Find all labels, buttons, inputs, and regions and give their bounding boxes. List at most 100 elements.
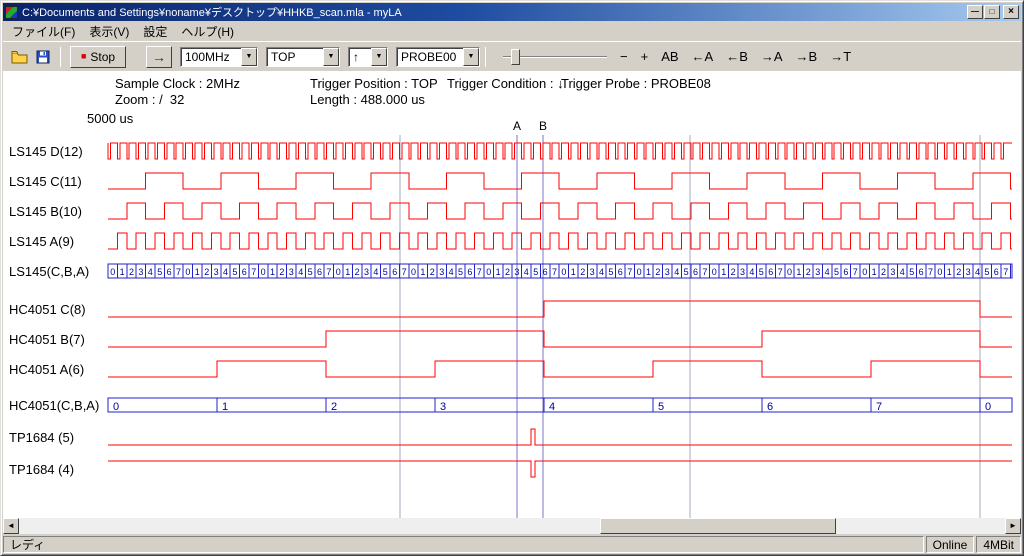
channel-label-ls145-b-10: LS145 B(10) bbox=[9, 204, 82, 219]
menu-help[interactable]: ヘルプ(H) bbox=[174, 21, 241, 42]
bus-value: 4 bbox=[599, 267, 604, 277]
bus-value: 0 bbox=[261, 267, 266, 277]
waveform-ls145-d-12 bbox=[108, 143, 1012, 159]
open-folder-icon bbox=[11, 50, 28, 64]
bus-value: 5 bbox=[909, 267, 914, 277]
bus-value: 5 bbox=[308, 267, 313, 277]
bus-value: 7 bbox=[876, 401, 882, 413]
bus-value: 5 bbox=[383, 267, 388, 277]
bus-value: 3 bbox=[665, 267, 670, 277]
bus-value: 3 bbox=[815, 267, 820, 277]
chevron-down-icon: ▼ bbox=[328, 53, 335, 60]
bus-value: 7 bbox=[928, 267, 933, 277]
bus-value: 1 bbox=[345, 267, 350, 277]
bus-value: 0 bbox=[787, 267, 792, 277]
bus-value: 2 bbox=[430, 267, 435, 277]
bus-value: 4 bbox=[674, 267, 679, 277]
bus-value: 7 bbox=[326, 267, 331, 277]
save-button[interactable] bbox=[31, 46, 55, 68]
bus-value: 4 bbox=[449, 267, 454, 277]
sample-clock-select[interactable]: 100MHz ▼ bbox=[180, 47, 258, 67]
waveform-plot[interactable]: ABLS145 D(12)LS145 C(11)LS145 B(10)LS145… bbox=[3, 71, 1021, 518]
maximize-button[interactable]: □ bbox=[984, 5, 1000, 19]
zoom-slider-thumb[interactable] bbox=[511, 49, 520, 65]
bus-value: 1 bbox=[796, 267, 801, 277]
bus-value: 4 bbox=[223, 267, 228, 277]
bus-value: 0 bbox=[110, 267, 115, 277]
ab-range-button[interactable]: AB bbox=[661, 49, 678, 64]
chevron-down-icon: ▼ bbox=[246, 53, 253, 60]
goto-marker-b-right-button[interactable]: →B bbox=[796, 49, 818, 64]
bus-value: 5 bbox=[684, 267, 689, 277]
trigger-probe-select[interactable]: PROBE00 ▼ bbox=[396, 47, 480, 67]
scroll-left-icon: ◄ bbox=[7, 522, 15, 530]
bus-value: 1 bbox=[120, 267, 125, 277]
trigger-edge-select[interactable]: ↑ ▼ bbox=[348, 47, 388, 67]
app-window: C:¥Documents and Settings¥noname¥デスクトップ¥… bbox=[0, 0, 1024, 556]
goto-trigger-button[interactable]: →T bbox=[830, 49, 851, 64]
waveform-hc4051-a-6 bbox=[108, 361, 1012, 377]
bus-value: 2 bbox=[881, 267, 886, 277]
close-button[interactable]: × bbox=[1003, 5, 1019, 19]
bus-value: 6 bbox=[768, 267, 773, 277]
bus-value: 7 bbox=[778, 267, 783, 277]
stop-icon: ■ bbox=[81, 52, 86, 61]
goto-marker-a-right-button[interactable]: →A bbox=[761, 49, 783, 64]
sample-clock-value: 100MHz bbox=[181, 48, 241, 66]
zoom-out-button[interactable]: − bbox=[620, 49, 628, 64]
zoom-slider[interactable] bbox=[503, 47, 607, 67]
marker-b-label: B bbox=[539, 119, 547, 133]
waveform-tp1684-5 bbox=[108, 429, 1012, 445]
marker-a-label: A bbox=[513, 119, 521, 133]
zoom-in-button[interactable]: + bbox=[641, 49, 649, 64]
bus-value: 0 bbox=[336, 267, 341, 277]
menu-file[interactable]: ファイル(F) bbox=[5, 21, 82, 42]
bus-value: 2 bbox=[731, 267, 736, 277]
bus-value: 1 bbox=[420, 267, 425, 277]
channel-label-hc4051-b-7: HC4051 B(7) bbox=[9, 332, 85, 347]
bus-value: 6 bbox=[167, 267, 172, 277]
channel-label-ls145-c-b-a: LS145(C,B,A) bbox=[9, 264, 89, 279]
bus-value: 5 bbox=[608, 267, 613, 277]
scroll-left-button[interactable]: ◄ bbox=[3, 518, 19, 534]
waveform-ls145-a-9 bbox=[108, 233, 1012, 249]
bus-value: 3 bbox=[289, 267, 294, 277]
scroll-right-button[interactable]: ► bbox=[1005, 518, 1021, 534]
trigger-edge-dropdown-button[interactable]: ▼ bbox=[371, 48, 387, 66]
channel-label-hc4051-a-6: HC4051 A(6) bbox=[9, 362, 84, 377]
trigger-position-value: TOP bbox=[267, 48, 323, 66]
trigger-position-select[interactable]: TOP ▼ bbox=[266, 47, 340, 67]
bus-value: 4 bbox=[749, 267, 754, 277]
horizontal-scrollbar[interactable]: ◄ ► bbox=[3, 518, 1021, 534]
waveform-hc4051-c-8 bbox=[108, 301, 1012, 317]
goto-marker-a-left-button[interactable]: ←A bbox=[692, 49, 714, 64]
waveform-tp1684-4 bbox=[108, 461, 1012, 477]
trigger-probe-dropdown-button[interactable]: ▼ bbox=[463, 48, 479, 66]
bus-value: 0 bbox=[712, 267, 717, 277]
bus-value: 6 bbox=[843, 267, 848, 277]
status-bar: レディ Online 4MBit bbox=[3, 534, 1021, 553]
run-button[interactable]: → bbox=[146, 46, 172, 68]
menu-view[interactable]: 表示(V) bbox=[82, 21, 136, 42]
sample-clock-dropdown-button[interactable]: ▼ bbox=[241, 48, 257, 66]
bus-value: 5 bbox=[658, 401, 664, 413]
channel-label-ls145-a-9: LS145 A(9) bbox=[9, 234, 74, 249]
title-bar[interactable]: C:¥Documents and Settings¥noname¥デスクトップ¥… bbox=[3, 3, 1021, 21]
stop-button[interactable]: ■ Stop bbox=[70, 46, 126, 68]
scroll-right-icon: ► bbox=[1009, 522, 1017, 530]
menu-settings[interactable]: 設定 bbox=[136, 21, 174, 42]
bus-value: 4 bbox=[900, 267, 905, 277]
bus-value: 1 bbox=[721, 267, 726, 277]
channel-label-ls145-d-12: LS145 D(12) bbox=[9, 144, 83, 159]
bus-value: 6 bbox=[919, 267, 924, 277]
bus-value: 0 bbox=[985, 401, 991, 413]
goto-marker-b-left-button[interactable]: ←B bbox=[726, 49, 748, 64]
channel-label-tp1684-4: TP1684 (4) bbox=[9, 462, 74, 477]
bus-value: 2 bbox=[956, 267, 961, 277]
bus-value: 4 bbox=[148, 267, 153, 277]
minimize-button[interactable]: — bbox=[967, 5, 983, 19]
bus-value: 4 bbox=[549, 401, 555, 413]
open-button[interactable] bbox=[7, 46, 31, 68]
trigger-position-dropdown-button[interactable]: ▼ bbox=[323, 48, 339, 66]
scrollbar-thumb[interactable] bbox=[600, 518, 836, 534]
